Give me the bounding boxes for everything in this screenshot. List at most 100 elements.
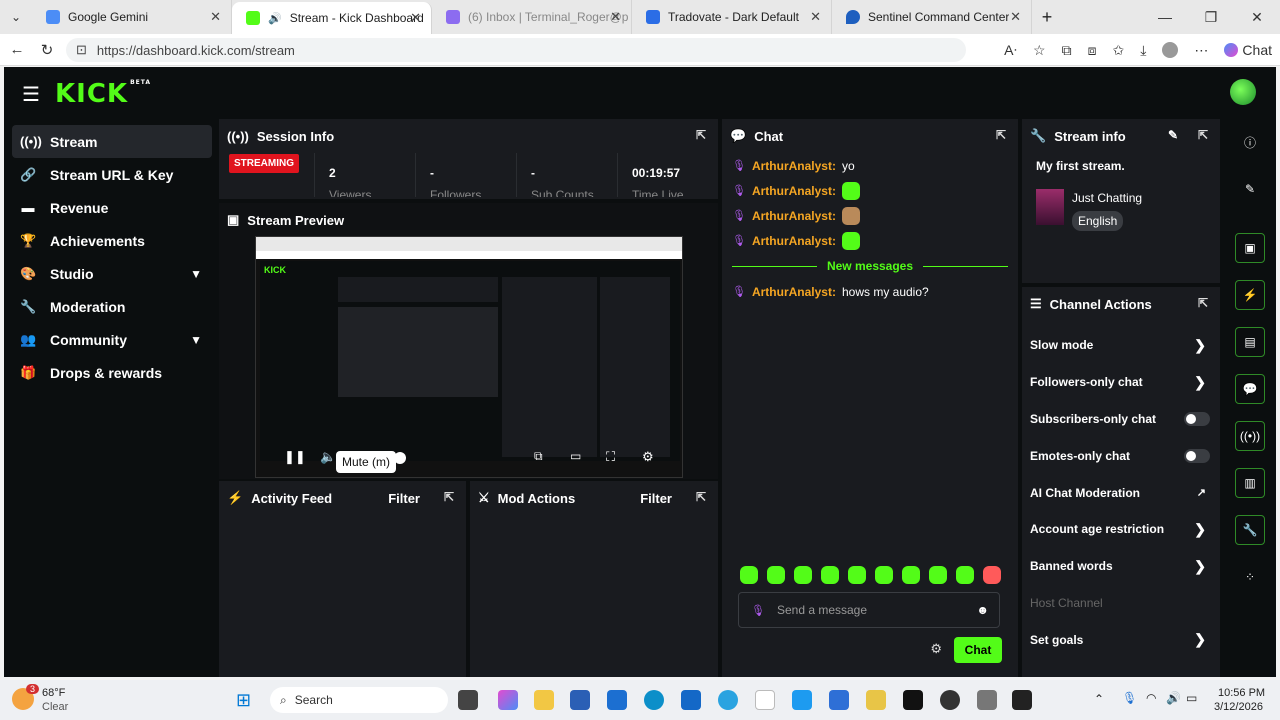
chat-input[interactable]: 🎙 Send a message ☻ [738,592,1000,628]
close-icon[interactable]: ✕ [610,9,621,25]
emote-icon[interactable] [821,566,839,584]
split-screen-icon[interactable]: ⧈ [1088,42,1097,59]
tab-inbox[interactable]: (6) Inbox | Terminal_Roger@proto ✕ [432,0,632,34]
pause-icon[interactable]: ❚❚ [284,449,306,465]
set-goals-row[interactable]: Set goals ❯ [1022,621,1220,658]
fullscreen-icon[interactable]: ⛶ [606,449,615,465]
edge-icon[interactable] [644,690,664,710]
chat-send-button[interactable]: Chat [954,637,1002,663]
emote-icon[interactable] [875,566,893,584]
tab-tradovate[interactable]: Tradovate - Dark Default ✕ [632,0,832,34]
session-toggle-icon[interactable]: ((•)) [1235,421,1265,451]
telegram-icon[interactable] [718,690,738,710]
user-avatar[interactable] [1230,79,1256,105]
sidebar-item-achievements[interactable]: 🏆 Achievements [12,224,212,257]
close-icon[interactable]: ✕ [210,9,221,25]
back-icon[interactable]: ← [2,41,32,58]
chat-username[interactable]: ArthurAnalyst: [752,209,836,223]
task-view-icon[interactable] [458,690,478,710]
sidebar-item-stream[interactable]: ((•)) Stream [12,125,212,158]
profile-icon[interactable] [1162,42,1179,58]
chat-username[interactable]: ArthurAnalyst: [752,234,836,248]
chat-toggle-icon[interactable]: 💬 [1235,374,1265,404]
category-thumbnail[interactable] [1036,189,1064,225]
account-age-row[interactable]: Account age restriction ❯ [1022,511,1220,548]
copilot-chat-button[interactable]: Chat [1224,42,1272,58]
powershell-icon[interactable] [570,690,590,710]
emote-icon[interactable] [740,566,758,584]
tray-chevron-icon[interactable]: ⌃ [1094,692,1104,706]
close-icon[interactable]: ✕ [410,10,421,26]
new-messages-divider[interactable]: New messages [722,253,1018,279]
emote-icon[interactable] [794,566,812,584]
minimize-icon[interactable]: — [1142,9,1188,25]
sidebar-item-drops-rewards[interactable]: 🎁 Drops & rewards [12,356,212,389]
tab-kick-dashboard[interactable]: 🔊 Stream - Kick Dashboard ✕ [232,2,432,34]
emote-icon[interactable] [956,566,974,584]
category-name[interactable]: Just Chatting [1072,191,1142,205]
close-window-icon[interactable]: ✕ [1234,9,1280,26]
preview-toggle-icon[interactable]: ▣ [1235,233,1265,263]
new-tab-button[interactable]: + [1032,7,1062,28]
more-widgets-icon[interactable]: ⁘ [1235,562,1265,592]
more-icon[interactable]: ⋯ [1194,42,1208,59]
settings-icon[interactable] [977,690,997,710]
emote-icon[interactable] [902,566,920,584]
terminal-icon[interactable] [1012,690,1032,710]
volume-icon[interactable]: 🔈 [320,449,336,465]
popout-icon[interactable]: ⇱ [696,128,706,142]
sidebar-item-community[interactable]: 👥 Community ▼ [12,323,212,356]
popout-icon[interactable]: ⇱ [1198,296,1208,310]
menu-icon[interactable]: ☰ [22,82,40,107]
url-field[interactable]: ⊡ https://dashboard.kick.com/stream [66,38,966,62]
popout-icon[interactable]: ⇱ [696,490,706,504]
battery-icon[interactable]: ▭ [1186,691,1197,705]
mod-filter-button[interactable]: Filter [640,491,672,506]
app-icon[interactable] [829,690,849,710]
pip-icon[interactable]: ⧉ [534,449,543,464]
kick-logo[interactable]: KICK BETA [55,79,151,109]
chat-settings-icon[interactable]: ⚙ [930,641,942,657]
popout-icon[interactable]: ⇱ [444,490,454,504]
emote-icon[interactable] [929,566,947,584]
clock-time[interactable]: 10:56 PM [1218,687,1265,699]
sidebar-item-revenue[interactable]: ▬ Revenue [12,191,212,224]
sidebar-item-stream-url-key[interactable]: 🔗 Stream URL & Key [12,158,212,191]
popout-icon[interactable]: ⇱ [996,128,1006,142]
emote-icon[interactable] [983,566,1001,584]
edit-layout-icon[interactable]: ✎ [1235,174,1265,204]
chat-username[interactable]: ArthurAnalyst: [752,285,836,299]
slow-mode-row[interactable]: Slow mode ❯ [1022,327,1220,364]
notes-toggle-icon[interactable]: ▤ [1235,327,1265,357]
tools-toggle-icon[interactable]: 🔧 [1235,515,1265,545]
twitter-icon[interactable] [792,690,812,710]
volume-tray-icon[interactable]: 🔊 [1166,691,1181,705]
taskbar-search[interactable]: ⌕ Search [270,687,448,713]
popout-icon[interactable]: ⇱ [1198,128,1208,142]
maximize-icon[interactable]: ❐ [1188,9,1234,26]
extensions-icon[interactable]: ⧉ [1062,42,1072,59]
wifi-icon[interactable]: ◠ [1146,691,1156,705]
close-icon[interactable]: ✕ [1010,9,1021,25]
stream-video[interactable]: KICK ❚❚ 🔈 ⧉ ▭ ⛶ ⚙ Mute (m) [255,236,683,478]
read-aloud-icon[interactable]: Aᐧ [1004,42,1017,59]
emote-icon[interactable] [767,566,785,584]
store-icon[interactable] [607,690,627,710]
copilot-app-icon[interactable] [498,690,518,710]
theater-icon[interactable]: ▭ [570,449,581,463]
layout-toggle-icon[interactable]: ▥ [1235,468,1265,498]
outlook-icon[interactable] [681,690,701,710]
notepad-icon[interactable] [755,690,775,710]
banned-words-row[interactable]: Banned words ❯ [1022,548,1220,585]
chat-username[interactable]: ArthurAnalyst: [752,159,836,173]
reload-icon[interactable]: ↻ [32,41,62,59]
tab-sentinel[interactable]: Sentinel Command Center ✕ [832,0,1032,34]
settings-gear-icon[interactable]: ⚙ [642,449,654,465]
tab-list-chevron-icon[interactable]: ⌄ [0,10,32,24]
chat-username[interactable]: ArthurAnalyst: [752,184,836,198]
clock-date[interactable]: 3/12/2026 [1214,701,1263,713]
sidebar-item-moderation[interactable]: 🔧 Moderation [12,290,212,323]
close-icon[interactable]: ✕ [810,9,821,25]
obs-icon[interactable] [940,690,960,710]
kick-app-icon[interactable] [903,690,923,710]
